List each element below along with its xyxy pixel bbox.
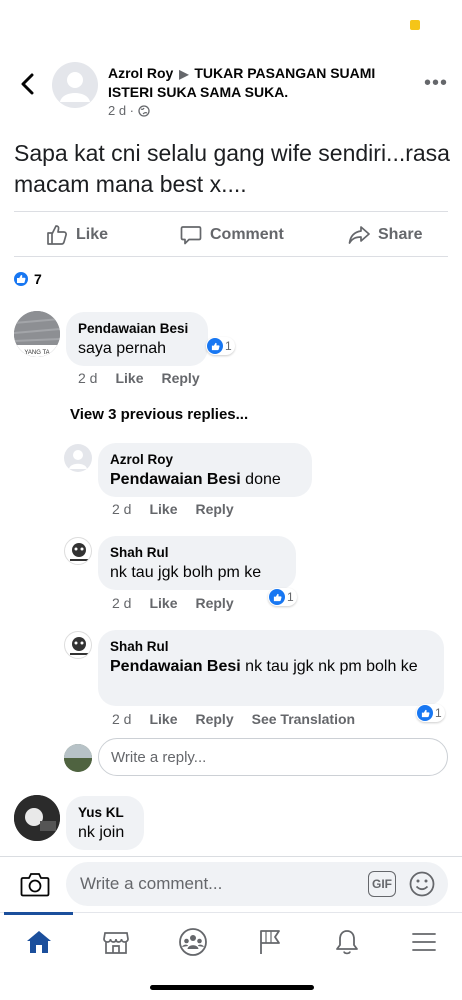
more-options-button[interactable]: ••• xyxy=(424,73,448,93)
reply-text: done xyxy=(240,471,281,488)
see-translation-link[interactable]: See Translation xyxy=(252,711,355,727)
reply-actions: 2 d Like Reply See Translation xyxy=(112,711,355,727)
comment-bubble[interactable]: Pendawaian Besi saya pernah xyxy=(66,312,208,366)
groups-icon xyxy=(178,927,207,956)
reply-reply-button[interactable]: Reply xyxy=(195,501,233,517)
bottom-tab-bar xyxy=(0,912,462,970)
divider xyxy=(14,256,448,257)
reply-mention[interactable]: Pendawaian Besi xyxy=(110,471,241,488)
emoji-button[interactable] xyxy=(408,870,436,903)
reply-time: 2 d xyxy=(112,711,132,727)
gif-button[interactable]: GIF xyxy=(368,871,396,897)
tab-pages[interactable] xyxy=(231,913,308,970)
avatar-caption: YANG TA xyxy=(24,350,49,356)
status-indicator xyxy=(410,20,420,30)
post-meta: 2 d · xyxy=(108,103,150,118)
marketplace-icon xyxy=(102,931,129,954)
post-author-name[interactable]: Azrol Roy xyxy=(108,65,173,81)
reply-reactions[interactable]: 1 xyxy=(416,704,445,722)
commenter-avatar[interactable]: YANG TA xyxy=(14,311,60,357)
reply-actions: 2 d Like Reply xyxy=(112,595,234,611)
reply-author-avatar[interactable] xyxy=(64,631,92,659)
post-text: Sapa kat cni selalu gang wife sendiri...… xyxy=(14,140,450,197)
post-time: 2 d · xyxy=(108,103,135,118)
reply-like-button[interactable]: Like xyxy=(149,501,177,517)
back-button[interactable] xyxy=(14,70,42,98)
reaction-count: 1 xyxy=(287,590,294,604)
view-previous-replies[interactable]: View 3 previous replies... xyxy=(70,406,248,423)
comment-author[interactable]: Pendawaian Besi xyxy=(78,320,196,338)
bell-icon xyxy=(335,929,358,954)
home-icon xyxy=(26,930,51,953)
globe-icon xyxy=(138,104,150,117)
reply-author-avatar[interactable] xyxy=(64,537,92,565)
reply-reactions[interactable]: 1 xyxy=(268,588,297,606)
like-reaction-icon xyxy=(12,270,30,288)
share-button[interactable]: Share xyxy=(348,220,422,250)
post-author-line[interactable]: Azrol Roy ▶ TUKAR PASANGAN SUAMI ISTERI … xyxy=(108,64,408,101)
comment-like-button[interactable]: Like xyxy=(115,370,143,386)
like-label: Like xyxy=(76,226,109,243)
like-reaction-icon xyxy=(207,338,223,354)
comment-button[interactable]: Comment xyxy=(180,220,284,250)
reply-author-avatar[interactable] xyxy=(64,444,92,472)
reply-input[interactable]: Write a reply... xyxy=(98,738,448,776)
comment-text: saya pernah xyxy=(78,340,167,357)
reply-time: 2 d xyxy=(112,595,132,611)
reply-reply-button[interactable]: Reply xyxy=(195,595,233,611)
tab-marketplace[interactable] xyxy=(77,913,154,970)
comment-bubble[interactable]: Yus KL nk join xyxy=(66,796,144,850)
reply-author[interactable]: Azrol Roy xyxy=(110,451,300,469)
comment-reactions[interactable]: 1 xyxy=(206,337,235,355)
commenter-avatar[interactable] xyxy=(14,795,60,841)
reply-text: nk tau jgk bolh pm ke xyxy=(110,564,262,581)
reply-actions: 2 d Like Reply xyxy=(112,501,234,517)
reply-time: 2 d xyxy=(112,501,132,517)
tab-notifications[interactable] xyxy=(308,913,385,970)
reaction-count: 1 xyxy=(225,339,232,353)
reply-reply-button[interactable]: Reply xyxy=(195,711,233,727)
triangle-right-icon: ▶ xyxy=(179,67,189,81)
gif-label: GIF xyxy=(372,877,392,891)
share-icon xyxy=(348,226,370,244)
camera-icon xyxy=(20,873,50,897)
home-indicator xyxy=(150,985,314,990)
reply-author[interactable]: Shah Rul xyxy=(110,544,284,562)
chevron-left-icon xyxy=(21,73,34,95)
reply-bubble[interactable]: Azrol Roy Pendawaian Besi done xyxy=(98,443,312,497)
current-user-avatar xyxy=(64,744,92,772)
comment-input-placeholder: Write a comment... xyxy=(80,874,223,893)
reaction-summary[interactable]: 7 xyxy=(12,270,42,288)
comment-actions: 2 d Like Reply xyxy=(78,370,200,386)
comment-time: 2 d xyxy=(78,370,98,386)
comment-reply-button[interactable]: Reply xyxy=(161,370,199,386)
camera-button[interactable] xyxy=(20,870,50,903)
reply-bubble[interactable]: Shah Rul nk tau jgk bolh pm ke xyxy=(98,536,296,590)
reply-mention[interactable]: Pendawaian Besi xyxy=(110,658,241,675)
reply-like-button[interactable]: Like xyxy=(149,595,177,611)
reply-bubble[interactable]: Shah Rul Pendawaian Besi nk tau jgk nk p… xyxy=(98,630,444,706)
tab-home[interactable] xyxy=(0,912,77,970)
tab-menu[interactable] xyxy=(385,913,462,970)
like-reaction-icon xyxy=(417,705,433,721)
comment-icon xyxy=(180,226,202,245)
reply-text: nk tau jgk nk pm bolh ke xyxy=(240,658,418,675)
thumbs-up-icon xyxy=(47,225,67,245)
share-label: Share xyxy=(378,226,423,243)
smiley-icon xyxy=(409,871,435,897)
reaction-count: 1 xyxy=(435,706,442,720)
hamburger-menu-icon xyxy=(411,932,436,951)
flag-icon xyxy=(259,929,280,954)
tab-groups[interactable] xyxy=(154,913,231,970)
reply-like-button[interactable]: Like xyxy=(149,711,177,727)
reaction-count: 7 xyxy=(34,271,42,287)
like-button[interactable]: Like xyxy=(46,220,108,250)
like-reaction-icon xyxy=(269,589,285,605)
post-author-avatar[interactable] xyxy=(52,62,98,108)
comment-text: nk join xyxy=(78,824,125,841)
comment-label: Comment xyxy=(210,226,284,243)
reply-author[interactable]: Shah Rul xyxy=(110,638,432,656)
divider xyxy=(14,211,448,212)
comment-author[interactable]: Yus KL xyxy=(78,804,132,822)
